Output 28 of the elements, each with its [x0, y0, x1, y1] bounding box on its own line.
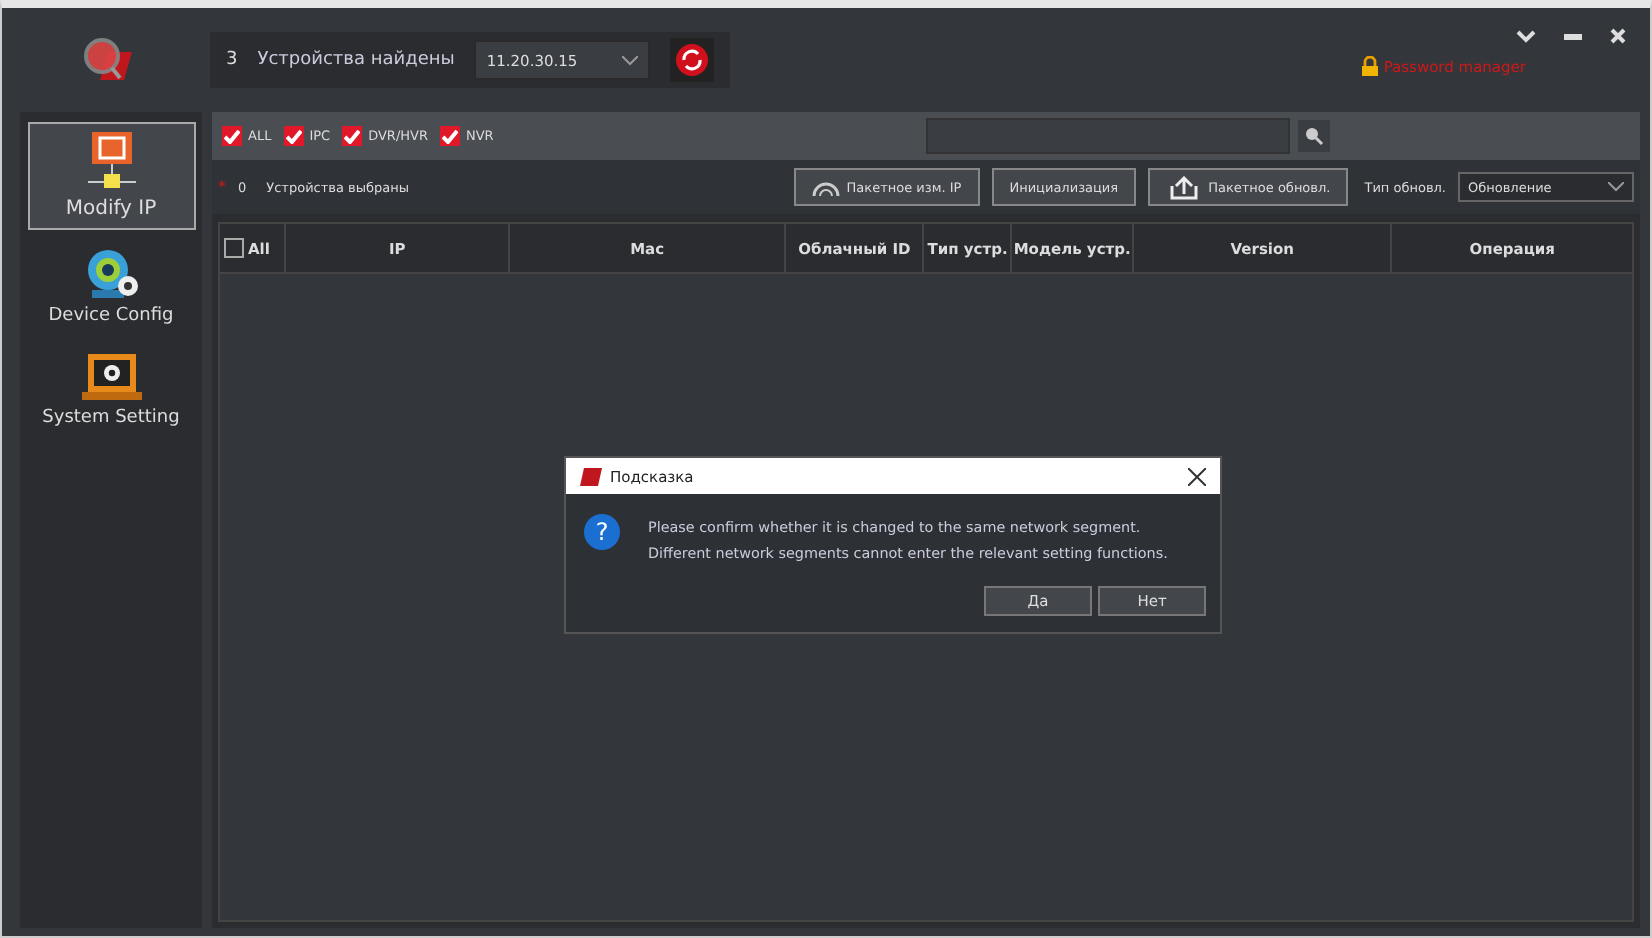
- chevron-down-icon: [622, 55, 638, 65]
- network-ip-icon: [87, 132, 135, 192]
- refresh-button[interactable]: [670, 38, 714, 82]
- upload-icon: [1166, 175, 1203, 199]
- checkmark-icon: [285, 129, 302, 143]
- ip-logo-icon: [580, 467, 602, 485]
- nav-item[interactable]: System Setting: [27, 344, 195, 438]
- question-icon: ?: [584, 514, 620, 550]
- nav-item[interactable]: Modify IP: [27, 122, 195, 230]
- chevron-down-icon: [1608, 182, 1624, 192]
- close-icon[interactable]: [1188, 467, 1206, 485]
- padlock-icon: [1359, 56, 1380, 76]
- checkmark-icon: [224, 129, 240, 143]
- search-icon: [1304, 126, 1324, 146]
- devices-found-label: Устройства найдены: [257, 50, 455, 70]
- required-mark: *: [218, 178, 226, 196]
- minimize-icon[interactable]: [1564, 33, 1582, 39]
- arc-icon: [812, 177, 841, 197]
- magnifier-logo-icon: [80, 36, 132, 84]
- search-field[interactable]: [926, 118, 1290, 154]
- chevron-down-icon[interactable]: [1516, 29, 1536, 43]
- checkmark-icon: [442, 129, 458, 143]
- checkmark-icon: [344, 129, 361, 143]
- search-button[interactable]: [1298, 120, 1330, 152]
- webcam-gear-icon: [83, 248, 139, 300]
- device-count: 3: [226, 50, 238, 70]
- nav-item[interactable]: Device Config: [27, 238, 195, 336]
- laptop-gear-icon: [81, 354, 141, 402]
